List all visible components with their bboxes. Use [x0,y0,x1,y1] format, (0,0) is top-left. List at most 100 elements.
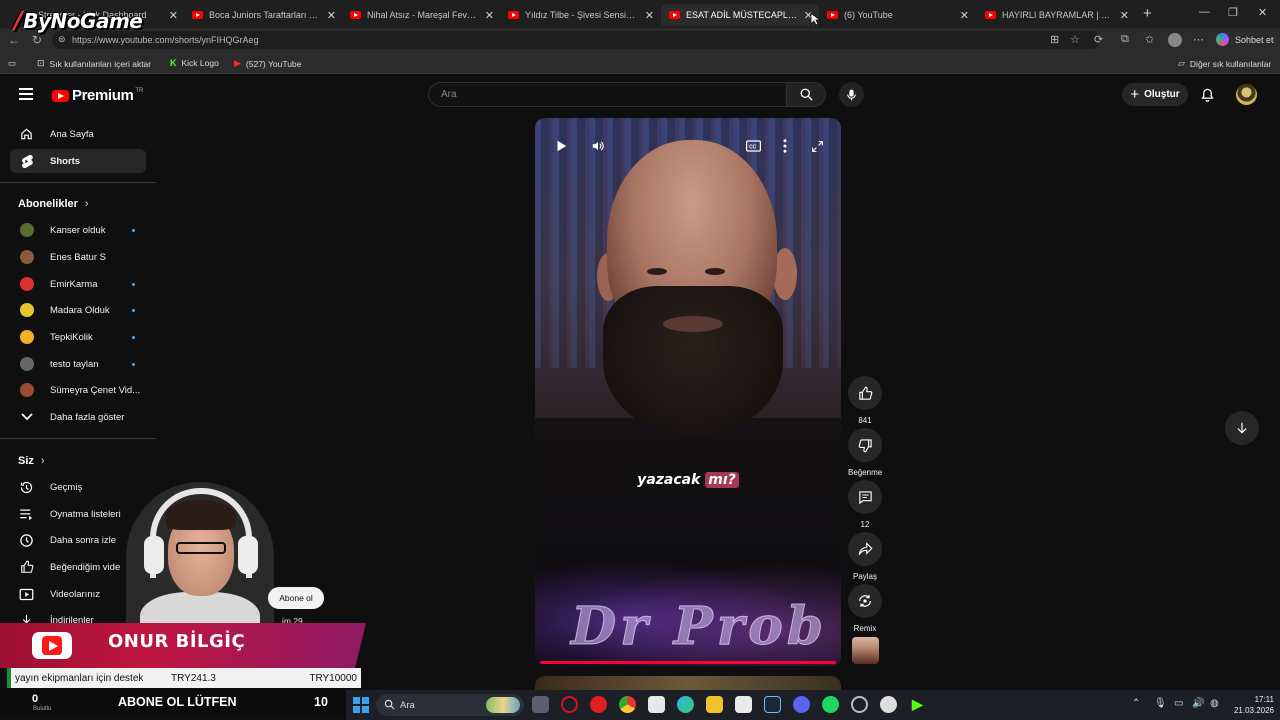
share-button[interactable]: Paylaş [848,532,882,581]
sidebar-item-history[interactable]: Geçmiş [10,475,146,499]
volume-button[interactable] [588,136,608,156]
bookmark-import[interactable]: ⊡ Sık kullanılanları içeri aktar [37,58,151,69]
bookmark-youtube[interactable]: ▶ (527) YouTube [234,58,301,69]
opera-gx-icon[interactable] [561,696,578,713]
sidebar-item-playlists[interactable]: Oynatma listeleri [10,502,146,526]
tab-youtube[interactable]: (6) YouTube ✕ [819,4,975,26]
network-tray-icon[interactable]: ◍ [1210,698,1219,709]
favorites-icon[interactable]: ✩ [1145,33,1154,46]
discord-icon[interactable] [793,696,810,713]
display-tray-icon[interactable]: ▭ [1174,698,1183,709]
you-heading[interactable]: Siz › [18,455,45,467]
url-field[interactable]: ⊜ https://www.youtube.com/shorts/ynFIHQG… [52,31,1100,49]
close-icon[interactable]: ✕ [169,9,178,22]
search-input[interactable]: Ara [428,82,786,107]
more-options-button[interactable] [775,136,795,156]
close-icon[interactable]: ✕ [1120,9,1129,22]
sidebar-item-madara-olduk[interactable]: Madara Olduk [10,298,146,322]
volume-tray-icon[interactable]: 🔊 [1192,698,1204,709]
sidebar-item-enes-batur[interactable]: Enes Batur S [10,245,146,269]
sidebar-item-shorts[interactable]: Shorts [10,149,146,173]
tab-boca-juniors[interactable]: Boca Juniors Taraftarları #bocajuniors ✕ [184,4,342,26]
yandex-icon[interactable] [648,696,665,713]
tab-label: Yıldız Tilbe - Şivesi Sensin Aşkın #şi [525,10,639,20]
reload-icon[interactable]: ↻ [32,33,42,47]
video-progress-bar[interactable] [540,661,836,664]
more-menu-icon[interactable]: ⋯ [1193,33,1204,46]
creator-avatar[interactable] [852,637,879,664]
microphone-tray-icon[interactable]: 🎙 [1154,698,1167,709]
clock-date: 21.03.2026 [1233,706,1274,715]
notifications-button[interactable] [1200,87,1215,108]
steam-icon[interactable] [764,696,781,713]
site-info-icon[interactable]: ⊜ [58,34,66,45]
extensions-icon[interactable]: ⧉ [1121,33,1129,46]
sidebar-item-home[interactable]: Ana Sayfa [10,122,146,146]
close-icon[interactable]: ✕ [327,9,336,22]
plus-icon: + [1130,86,1140,103]
tab-hayirli-bayramlar[interactable]: HAYIRLI BAYRAMLAR | Kanser olduk ✕ [977,4,1135,26]
subscriptions-heading[interactable]: Abonelikler › [18,198,89,210]
profile-avatar[interactable] [1168,33,1182,47]
watermark-text: ByNoGame [23,9,143,33]
microsoft-store-icon[interactable] [735,696,752,713]
sidebar-item-tepkikolik[interactable]: TepkiKolik [10,325,146,349]
sidebar-item-testo-taylan[interactable]: testo taylan [10,352,146,376]
fullscreen-button[interactable] [807,136,827,156]
dislike-button[interactable]: Beğenme [848,428,882,477]
spotify-icon[interactable] [822,696,839,713]
windows-start-icon[interactable] [353,697,369,713]
tab-actions-icon[interactable]: ▭ [8,58,16,69]
tab-yildiz-tilbe[interactable]: Yıldız Tilbe - Şivesi Sensin Aşkın #şi ✕ [500,4,660,26]
file-explorer-icon[interactable] [706,696,723,713]
bookmark-kick-logo[interactable]: K Kick Logo [170,58,219,68]
refresh-ext-icon[interactable]: ⟳ [1094,33,1103,46]
window-close-button[interactable]: ✕ [1258,6,1267,19]
sidebar-item-label: testo taylan [50,358,99,370]
account-avatar[interactable] [1236,84,1257,105]
tab-esat-adil-active[interactable]: ESAT ADİL MÜSTECAPLIOĞLU - YouTube✕ [661,4,819,26]
search-button[interactable] [786,82,826,107]
play-button[interactable] [551,136,571,156]
like-button[interactable]: 841 [848,376,882,425]
taskbar-clock[interactable]: 17:11 21.03.2026 [1226,694,1274,716]
captions-button[interactable]: CC [743,136,763,156]
back-icon[interactable]: ← [8,33,20,47]
voice-search-button[interactable] [839,82,864,107]
close-icon[interactable]: ✕ [485,9,494,22]
restore-button[interactable]: ❐ [1228,6,1238,19]
system-app-icon[interactable] [851,696,868,713]
comments-button[interactable]: 12 [848,480,882,529]
menu-icon[interactable] [19,88,33,103]
minimize-button[interactable]: — [1199,6,1210,18]
you-heading-label: Siz [18,455,34,467]
shorts-player[interactable]: yazacak mı? Dr Prob CC [535,118,841,666]
other-bookmarks[interactable]: ▱ Diğer sık kullanılanlar [1178,58,1271,69]
settings-gear-icon[interactable] [880,696,897,713]
youtube-premium-logo[interactable]: Premium TR [52,87,143,104]
bookmarks-bar: ▭ ⊡ Sık kullanılanları içeri aktar K Kick … [0,52,1280,74]
edge-icon[interactable] [677,696,694,713]
app-available-icon[interactable]: ⊞ [1050,33,1059,46]
sidebar-item-kanser-olduk[interactable]: Kanser olduk [10,218,146,242]
favorite-star-icon[interactable]: ☆ [1070,33,1080,46]
next-short-button[interactable] [1225,411,1259,445]
show-more-button[interactable]: Daha fazla göster [10,405,146,429]
sidebar-item-sumeyra-cenet[interactable]: Sümeyra Çenet Vid... [10,378,146,402]
chrome-icon[interactable] [619,696,636,713]
taskbar-search[interactable]: Ara [376,694,524,716]
subscribe-goal-strip: 0 Bulutlu ABONE OL LÜTFEN 10 [0,689,346,717]
copilot-button[interactable]: Sohbet et [1216,33,1274,46]
create-button[interactable]: + Oluştur [1122,83,1188,106]
close-icon[interactable]: ✕ [960,9,969,22]
new-tab-button[interactable]: + [1143,5,1152,22]
task-view-icon[interactable] [532,696,549,713]
tab-nihal-atsiz[interactable]: Nihal Atsız - Mareşal Fevzi Çakmak ✕ [342,4,500,26]
playlists-icon [19,507,34,521]
opera-icon[interactable] [590,696,607,713]
tray-overflow-icon[interactable]: ⌃ [1132,698,1140,709]
kick-app-icon[interactable]: ▶ [912,696,929,713]
close-icon[interactable]: ✕ [645,9,654,22]
remix-button[interactable]: Remix [848,584,882,633]
sidebar-item-emirkarma[interactable]: EmirKarma [10,272,146,296]
